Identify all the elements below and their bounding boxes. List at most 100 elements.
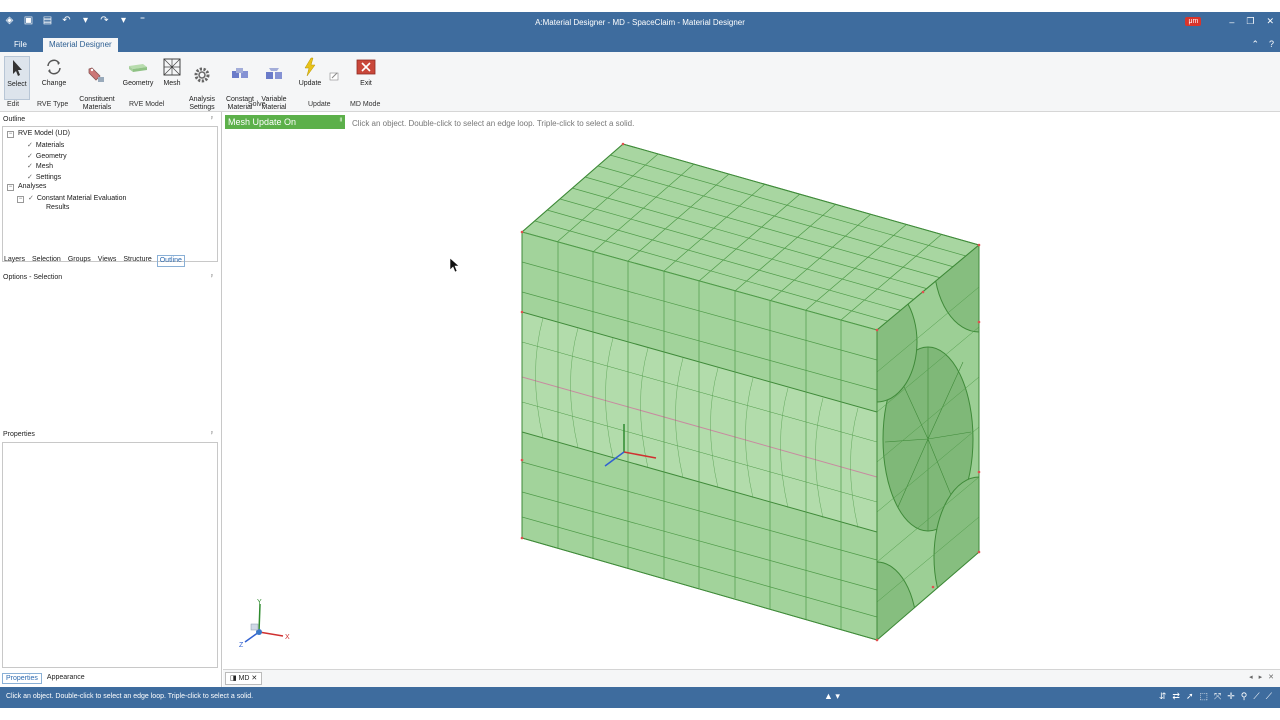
properties-panel-title: Properties — [3, 431, 35, 438]
window-controls: μm – ❐ ✕ — [1185, 16, 1274, 27]
axis-label-y: Y — [257, 599, 262, 606]
group-label-rve-type: RVE Type — [37, 101, 69, 108]
change-button[interactable]: Change — [38, 56, 70, 88]
update-secondary-icon[interactable] — [328, 70, 340, 82]
box-select-icon[interactable]: ⬚ — [1200, 691, 1209, 702]
group-label-rve-model: RVE Model — [129, 101, 165, 108]
tab-file[interactable]: File — [8, 38, 33, 52]
check-icon: ✓ — [27, 174, 33, 181]
tree-item-results[interactable]: Results — [46, 204, 69, 211]
mesh-grid-icon — [163, 58, 181, 76]
title-bar: ◈ ▣ ▤ ↶ ▾ ↷ ▾ ⁼ A:Material Designer - MD… — [0, 12, 1280, 36]
viewport-hint: Click an object. Double-click to select … — [352, 119, 635, 128]
group-label-edit: Edit — [7, 101, 20, 108]
minimize-button[interactable]: – — [1229, 17, 1234, 27]
check-icon: ✓ — [28, 195, 34, 202]
restore-button[interactable]: ❐ — [1246, 16, 1254, 27]
analysis-settings-button[interactable]: Analysis Settings — [186, 56, 218, 112]
small-pencil-icon — [329, 72, 339, 81]
zoom-icon[interactable]: ⚲ — [1241, 691, 1248, 702]
tab-layers[interactable]: Layers — [2, 255, 27, 267]
material-tag-icon — [88, 67, 104, 82]
close-all-icon[interactable]: ✕ — [1268, 673, 1274, 681]
tab-selection[interactable]: Selection — [30, 255, 63, 267]
window-title: A:Material Designer - MD - SpaceClaim - … — [535, 18, 745, 27]
ribbon: Select Change Constituent Materials Geom… — [0, 52, 1280, 112]
mesh-update-badge[interactable]: Mesh Update On ᴵᴵ — [225, 115, 345, 129]
check-icon: ✓ — [27, 153, 33, 160]
select-tool-icon[interactable]: ➚ — [1186, 691, 1194, 702]
tree-item-materials[interactable]: ✓ Materials — [27, 141, 64, 149]
collapse-ribbon-icon[interactable]: ⌃ — [1251, 39, 1259, 50]
3d-viewport[interactable]: Y X Z Mesh Update On ᴵᴵ Click an object.… — [223, 112, 1280, 669]
collapse-icon[interactable]: − — [7, 131, 14, 138]
spin-icon[interactable]: ⇵ — [1159, 691, 1167, 702]
select-button[interactable]: Select — [4, 56, 30, 100]
panel-tab-strip: Layers Selection Groups Views Structure … — [2, 255, 188, 267]
help-icon[interactable]: ? — [1269, 39, 1274, 50]
tab-groups[interactable]: Groups — [66, 255, 93, 267]
tab-properties[interactable]: Properties — [2, 673, 42, 684]
tab-structure[interactable]: Structure — [121, 255, 153, 267]
scroll-right-icon[interactable]: ▸ — [1259, 673, 1263, 681]
collapse-icon[interactable]: − — [17, 196, 24, 203]
tree-item-mesh[interactable]: ✓ Mesh — [27, 162, 53, 170]
group-label-update: Update — [308, 101, 331, 108]
ribbon-tab-bar: File Material Designer ⌃ ? — [0, 36, 1280, 52]
tab-scroll-controls: ◂ ▸ ✕ — [1249, 673, 1274, 681]
status-selection-filter-icon[interactable]: ▲ ▾ — [824, 691, 840, 702]
axis-label-z: Z — [239, 642, 244, 649]
move-icon[interactable]: ✛ — [1227, 691, 1235, 702]
tree-item-analyses[interactable]: − Analyses — [7, 183, 46, 191]
mesh-button[interactable]: Mesh — [160, 56, 184, 88]
exit-button[interactable]: Exit — [352, 56, 380, 88]
close-button[interactable]: ✕ — [1266, 16, 1274, 27]
units-badge[interactable]: μm — [1185, 17, 1202, 26]
outline-panel-title: Outline — [3, 116, 26, 123]
scroll-left-icon[interactable]: ◂ — [1249, 673, 1253, 681]
collapse-icon[interactable]: − — [7, 184, 14, 191]
pin-icon[interactable]: ᵖ — [211, 116, 213, 122]
group-label-solve: Solve — [248, 101, 266, 108]
tab-appearance[interactable]: Appearance — [44, 673, 88, 684]
axis-triad-icon[interactable]: Y X Z — [239, 599, 290, 649]
document-tab-md[interactable]: ◨ MD ✕ — [225, 672, 263, 685]
tree-item-geometry[interactable]: ✓ Geometry — [27, 152, 67, 160]
geometry-button[interactable]: Geometry — [120, 56, 156, 88]
status-bar: Click an object. Double-click to select … — [0, 687, 1280, 708]
status-message: Click an object. Double-click to select … — [6, 693, 254, 700]
tree-item-constant-material-evaluation[interactable]: − ✓ Constant Material Evaluation — [17, 194, 126, 203]
pin-icon[interactable]: ᴵᴵ — [340, 115, 342, 129]
options-panel-title: Options - Selection — [3, 274, 63, 281]
close-tab-icon[interactable]: ✕ — [249, 675, 257, 682]
cycle-arrows-icon — [47, 59, 61, 75]
tab-outline[interactable]: Outline — [156, 255, 185, 267]
geometry-slab-icon — [129, 64, 147, 72]
properties-grid — [2, 442, 218, 668]
tab-views[interactable]: Views — [96, 255, 119, 267]
tab-material-designer[interactable]: Material Designer — [43, 38, 118, 52]
group-label-md-mode: MD Mode — [350, 101, 381, 108]
document-tab-strip: ◨ MD ✕ ◂ ▸ ✕ — [223, 669, 1280, 687]
bottom-tab-strip: Properties Appearance — [2, 673, 90, 684]
sketch-icon[interactable]: ⟋ — [1266, 691, 1272, 702]
pin-icon[interactable]: ᵖ — [211, 274, 213, 280]
mouse-cursor-icon — [449, 257, 460, 273]
constituent-materials-button[interactable]: Constituent Materials — [78, 56, 116, 112]
update-button[interactable]: Update — [296, 56, 324, 88]
status-tools: ⇵ ⇄ ➚ ⬚ ⤧ ✛ ⚲ ⟋ ⟋ — [1159, 691, 1272, 702]
document-icon: ◨ — [230, 675, 239, 682]
constant-material-icon — [232, 68, 248, 78]
tree-item-rve-model[interactable]: − RVE Model (UD) — [7, 130, 70, 138]
cursor-arrow-icon — [13, 60, 22, 76]
view-orient-icon[interactable]: ⤧ — [1214, 691, 1221, 702]
check-icon: ✓ — [27, 163, 33, 170]
rve-mesh-model[interactable]: Y X Z — [223, 112, 1280, 669]
pan-icon[interactable]: ⇄ — [1172, 691, 1180, 702]
measure-icon[interactable]: ⟋ — [1253, 691, 1259, 702]
axis-label-x: X — [285, 634, 290, 641]
check-icon: ✓ — [27, 142, 33, 149]
pin-icon[interactable]: ᵖ — [211, 431, 213, 437]
tree-item-settings[interactable]: ✓ Settings — [27, 173, 61, 181]
lightning-icon — [304, 57, 316, 77]
